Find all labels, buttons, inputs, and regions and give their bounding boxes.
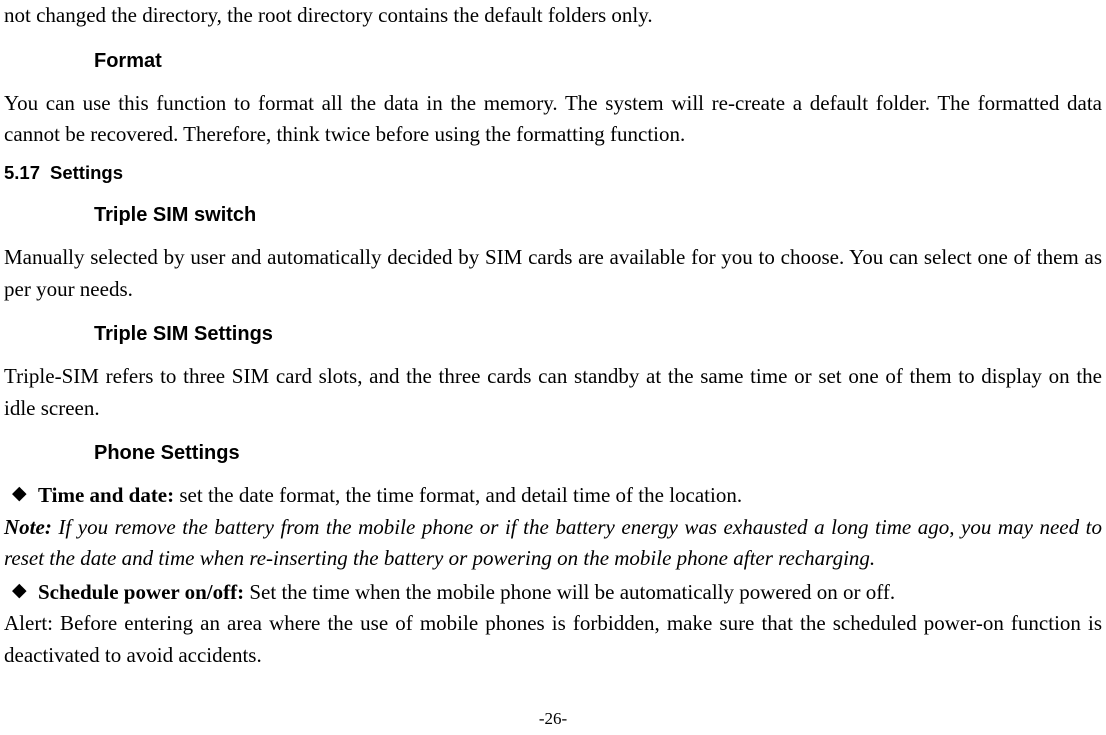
section-number: 5.17 (4, 162, 40, 183)
bullet-schedule-power: ◆ Schedule power on/off: Set the time wh… (4, 577, 1102, 609)
intro-fragment: not changed the directory, the root dire… (4, 0, 1102, 32)
alert-paragraph: Alert: Before entering an area where the… (4, 608, 1102, 671)
note-text: If you remove the battery from the mobil… (4, 515, 1102, 571)
note-label: Note: (4, 515, 52, 539)
bullet-label-schedule-power: Schedule power on/off: (38, 580, 244, 604)
section-title: Settings (50, 162, 123, 183)
diamond-bullet-icon: ◆ (4, 480, 38, 512)
format-paragraph: You can use this function to format all … (4, 88, 1102, 151)
diamond-bullet-icon: ◆ (4, 577, 38, 609)
triple-settings-paragraph: Triple-SIM refers to three SIM card slot… (4, 361, 1102, 424)
page-number: -26- (0, 706, 1106, 732)
note-paragraph: Note: If you remove the battery from the… (4, 512, 1102, 575)
bullet-label-time-date: Time and date: (38, 483, 174, 507)
bullet-text-time-date: set the date format, the time format, an… (174, 483, 742, 507)
heading-triple-sim-settings: Triple SIM Settings (94, 319, 1102, 349)
bullet-text-schedule-power: Set the time when the mobile phone will … (244, 580, 895, 604)
bullet-time-and-date: ◆ Time and date: set the date format, th… (4, 480, 1102, 512)
heading-triple-sim-switch: Triple SIM switch (94, 200, 1102, 230)
heading-phone-settings: Phone Settings (94, 438, 1102, 468)
heading-format: Format (94, 46, 1102, 76)
section-heading-settings: 5.17 Settings (4, 159, 1102, 187)
triple-switch-paragraph: Manually selected by user and automatica… (4, 242, 1102, 305)
